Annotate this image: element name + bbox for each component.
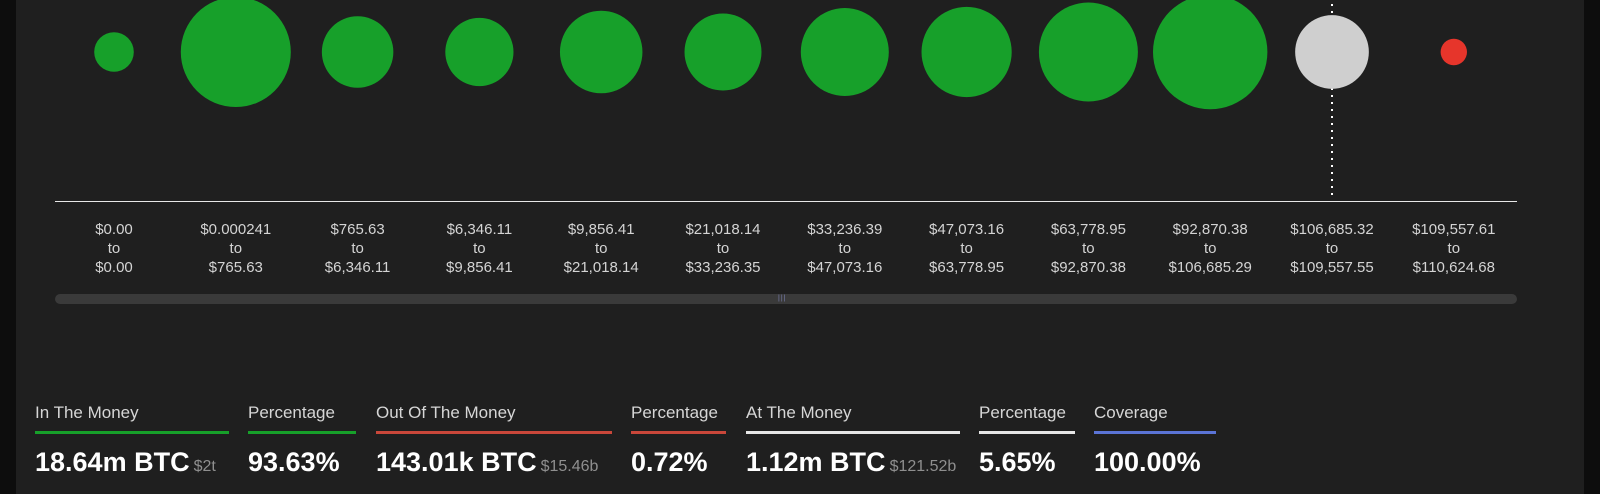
bubble-in [684,13,762,91]
tick-label-connector: to [1448,240,1461,257]
tick-label: $47,073.16 [807,259,882,276]
tick-label-connector: to [1204,240,1217,257]
tick-label-connector: to [351,240,364,257]
tick-label: $106,685.29 [1168,259,1251,276]
tick-label-connector: to [1326,240,1339,257]
tick-label: $21,018.14 [564,259,639,276]
stat-label: In The Money [35,403,139,422]
bubble-in [180,0,291,107]
stat-out-of-the-money: Out Of The Money 143.01k BTC $15.46b [376,402,612,478]
stat-label: Coverage [1094,403,1168,422]
tick-label: $9,856.41 [568,221,635,238]
stat-value: 100.00% [1094,447,1201,477]
stat-sub-value: $2t [193,458,216,475]
tick-label-connector: to [108,240,121,257]
bubble-in [94,32,134,72]
stat-underline [1094,431,1216,434]
tick-label: $765.63 [209,259,263,276]
tick-label: $0.00 [95,259,133,276]
tick-label-connector: to [960,240,973,257]
stat-underline [35,431,229,434]
tick-label: $109,557.55 [1290,259,1373,276]
tick-label: $92,870.38 [1051,259,1126,276]
stat-label: Out Of The Money [376,403,516,422]
bubble-in [1153,0,1268,110]
bubble-chart: $0.00 to $0.00 $0.000241 to $765.63 $765.63 to $… [55,0,1517,276]
stat-value: 143.01k BTC $15.46b [376,447,599,477]
tick-label: $92,870.38 [1173,221,1248,238]
tick-label: $33,236.35 [685,259,760,276]
tick-label-connector: to [595,240,608,257]
stat-value: 1.12m BTC $121.52b [746,447,957,477]
stat-label: At The Money [746,403,852,422]
tick-label: $0.00 [95,221,133,238]
stat-label: Percentage [631,403,718,422]
stat-coverage: Coverage 100.00% [1094,402,1216,478]
stat-value: 0.72% [631,447,708,477]
stat-underline [248,431,356,434]
tick-label-connector: to [839,240,852,257]
tick-label: $0.000241 [200,221,271,238]
bubble-in [445,17,514,87]
tick-label-connector: to [230,240,243,257]
stat-underline [376,431,612,434]
tick-label: $33,236.39 [807,221,882,238]
stat-underline [979,431,1075,434]
bubble-in [800,8,889,96]
tick-label-connector: to [1082,240,1095,257]
stat-in-the-money: In The Money 18.64m BTC $2t [35,402,229,478]
stat-label: Percentage [248,403,335,422]
stat-in-the-money-percentage: Percentage 93.63% [248,402,356,478]
tick-label: $63,778.95 [929,259,1004,276]
bubble-in [1038,2,1138,102]
stat-sub-value: $15.46b [540,458,599,475]
bubble-in [321,16,394,88]
bubble-in [559,10,643,94]
stat-at-the-money: At The Money 1.12m BTC $121.52b [746,402,960,478]
stat-sub-value: $121.52b [889,458,957,475]
tick-label: $765.63 [330,221,384,238]
horizontal-scrollbar[interactable]: ||| [55,294,1517,304]
stat-at-the-money-percentage: Percentage 5.65% [979,402,1075,478]
tick-label: $106,685.32 [1290,221,1373,238]
stat-underline [746,431,960,434]
tick-label-connector: to [473,240,486,257]
scroll-grip-icon[interactable]: ||| [778,295,786,303]
tick-label: $6,346.11 [325,259,391,276]
stat-label: Percentage [979,403,1066,422]
tick-label: $63,778.95 [1051,221,1126,238]
stat-out-of-the-money-percentage: Percentage 0.72% [631,402,726,478]
tick-label: $21,018.14 [685,221,760,238]
bubble-in [921,6,1012,98]
tick-label: $9,856.41 [446,259,513,276]
stat-underline [631,431,726,434]
stat-value: 18.64m BTC $2t [35,447,216,477]
stat-value: 93.63% [248,447,340,477]
tick-label: $109,557.61 [1412,221,1495,238]
tick-label: $47,073.16 [929,221,1004,238]
stat-value: 5.65% [979,447,1056,477]
tick-label-connector: to [717,240,730,257]
chart-panel: $0.00 to $0.00 $0.000241 to $765.63 $765.63 to $… [16,0,1584,494]
bubble-out [1440,38,1468,66]
tick-label: $6,346.11 [447,221,513,238]
bubble-at [1295,15,1369,89]
tick-label: $110,624.68 [1413,259,1495,276]
